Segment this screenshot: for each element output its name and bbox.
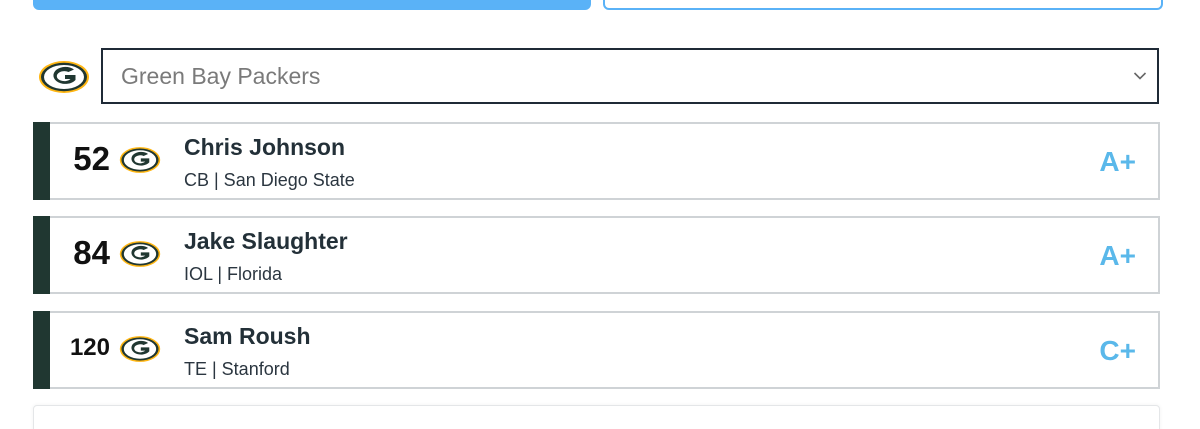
pick-grade: A+ bbox=[1099, 146, 1136, 177]
packers-logo-icon bbox=[119, 146, 161, 179]
pick-row[interactable]: 84 Jake Slaughter IOL | Florida A+ bbox=[33, 216, 1160, 294]
pick-row[interactable]: 52 Chris Johnson CB | San Diego State A+ bbox=[33, 122, 1160, 200]
packers-logo-icon bbox=[119, 240, 161, 273]
primary-action-button[interactable] bbox=[33, 0, 591, 10]
player-name: Jake Slaughter bbox=[184, 228, 348, 254]
pick-number: 84 bbox=[73, 234, 110, 271]
next-card bbox=[33, 405, 1160, 429]
team-select-value: Green Bay Packers bbox=[121, 62, 321, 89]
draft-picks-page: Green Bay Packers 52 Chris Johnson CB | … bbox=[0, 0, 1200, 429]
secondary-action-button[interactable] bbox=[603, 0, 1163, 10]
player-position-school: TE | Stanford bbox=[184, 359, 290, 379]
team-select-dropdown[interactable]: Green Bay Packers bbox=[101, 48, 1159, 104]
chevron-down-icon bbox=[1133, 68, 1147, 86]
pick-row[interactable]: 120 Sam Roush TE | Stanford C+ bbox=[33, 311, 1160, 389]
team-selector-row: Green Bay Packers bbox=[38, 48, 1162, 108]
packers-logo-icon bbox=[38, 60, 90, 99]
pick-number: 120 bbox=[69, 334, 110, 361]
player-name: Chris Johnson bbox=[184, 134, 346, 160]
pick-number: 52 bbox=[73, 140, 110, 177]
player-name: Sam Roush bbox=[184, 323, 311, 349]
player-position-school: IOL | Florida bbox=[184, 264, 283, 284]
packers-logo-icon bbox=[119, 335, 161, 368]
player-position-school: CB | San Diego State bbox=[184, 170, 355, 190]
pick-grade: A+ bbox=[1099, 240, 1136, 271]
pick-grade: C+ bbox=[1099, 335, 1136, 366]
